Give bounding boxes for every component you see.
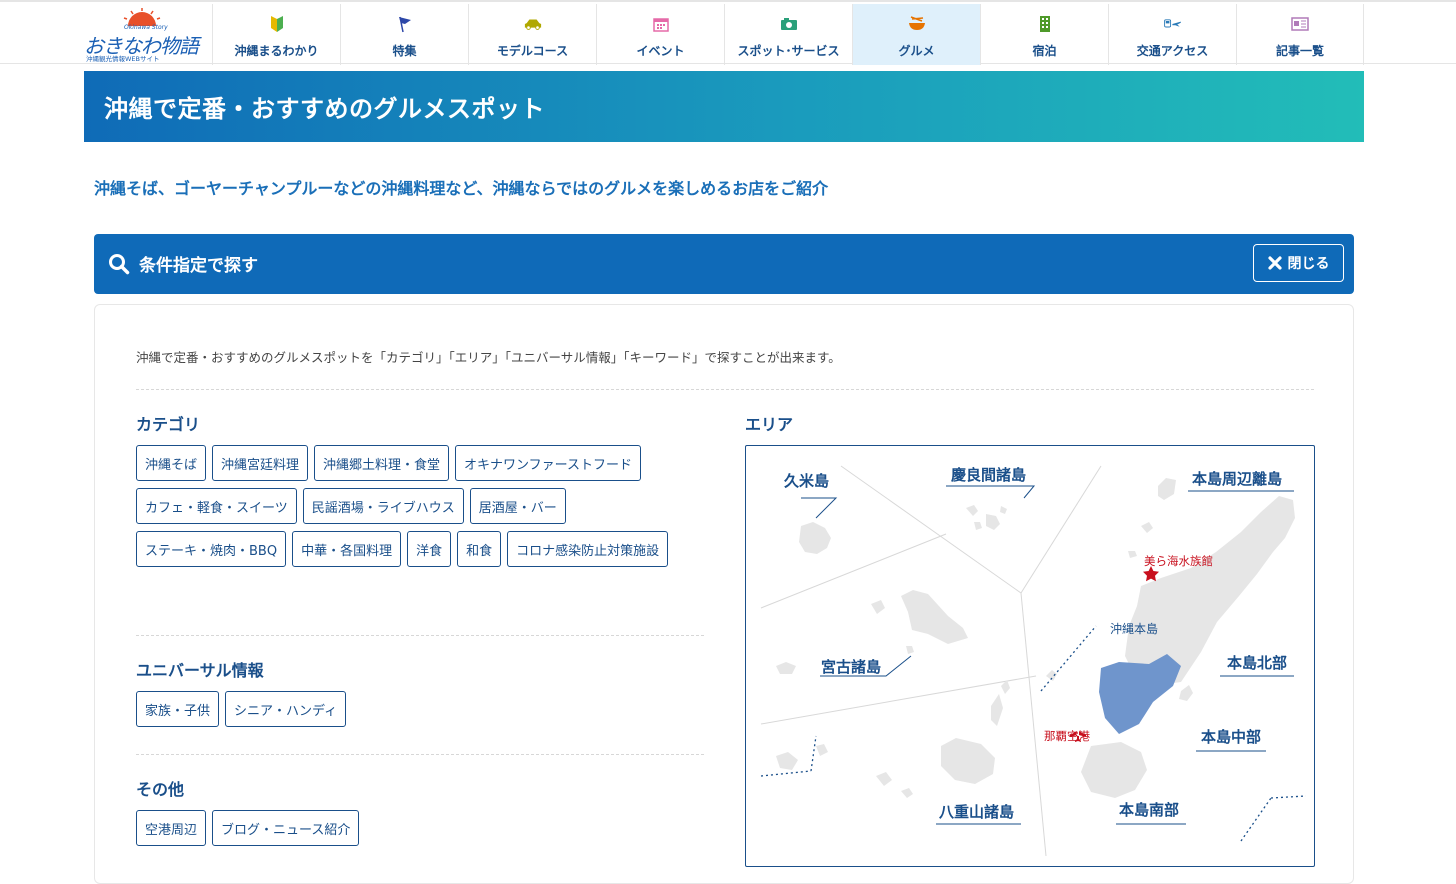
kerama-islands-shape	[966, 505, 1007, 530]
page-title: 沖縄で定番・おすすめのグルメスポット	[104, 95, 545, 123]
category-tag[interactable]: 和食	[457, 531, 502, 567]
category-tag[interactable]: 沖縄宮廷料理	[212, 445, 309, 481]
article-icon	[1291, 16, 1309, 32]
category-title: カテゴリ	[136, 415, 201, 434]
yaeyama-islands-shape	[776, 680, 1010, 798]
category-tags: 沖縄そば 沖縄宮廷料理 沖縄郷土料理・食堂 オキナワンファーストフードカフェ・軽食・ス…	[136, 445, 681, 567]
nav-label: 特集	[392, 44, 417, 58]
other-tag[interactable]: ブログ・ニュース紹介	[212, 810, 360, 846]
category-tag[interactable]: 居酒屋・バー	[469, 488, 566, 524]
area-central[interactable]: 本島中部	[1201, 726, 1261, 747]
calendar-icon	[652, 16, 670, 32]
nav-item-3[interactable]: イベント	[596, 4, 724, 65]
universal-title: ユニバーサル情報	[136, 661, 264, 680]
search-icon	[109, 254, 130, 275]
area-yaeyama[interactable]: 八重山諸島	[939, 801, 1014, 822]
category-tag[interactable]: 民謡酒場・ライブハウス	[302, 488, 464, 524]
area-kume[interactable]: 久米島	[784, 470, 829, 491]
logo-subtitle: 沖縄観光情報WEBサイト	[86, 55, 160, 63]
aquarium-label: 美ら海水族館	[1144, 554, 1213, 568]
nav-label: 交通アクセス	[1136, 44, 1209, 58]
nav-item-1[interactable]: 特集	[340, 4, 468, 65]
close-icon	[1267, 256, 1282, 270]
nav-item-0[interactable]: 沖縄まるわかり	[212, 4, 340, 65]
airport-label: 那覇空港	[1044, 729, 1090, 743]
global-nav: 沖縄まるわかり 特集 モデルコース イベント スポット･サービス グルメ 宿泊 交通アクセス 記…	[212, 4, 1364, 65]
area-title: エリア	[745, 415, 794, 434]
category-tag[interactable]: 沖縄そば	[136, 445, 207, 481]
close-search-button[interactable]: 閉じる	[1253, 244, 1344, 282]
main-island-shape	[1081, 496, 1295, 798]
universal-tag[interactable]: 家族・子供	[136, 691, 220, 727]
other-title: その他	[136, 780, 185, 799]
page-title-banner: 沖縄で定番・おすすめのグルメスポット	[84, 71, 1364, 142]
car-icon	[524, 16, 542, 32]
nav-item-8[interactable]: 記事一覧	[1236, 4, 1364, 65]
universal-tag[interactable]: シニア・ハンディ	[225, 691, 347, 727]
nav-label: 宿泊	[1032, 44, 1057, 58]
divider	[136, 389, 1314, 390]
divider	[136, 754, 704, 755]
search-title: 条件指定で探す	[139, 256, 258, 276]
camera-icon	[780, 16, 798, 32]
category-tag[interactable]: 中華・各国料理	[292, 531, 402, 567]
search-description: 沖縄で定番・おすすめのグルメスポットを「カテゴリ」「エリア」「ユニバーサル情報」…	[136, 350, 841, 365]
global-header: Okinawa Story おきなわ物語 沖縄観光情報WEBサイト 沖縄まるわか…	[0, 0, 1456, 65]
beginner-leaf-icon	[268, 16, 286, 32]
page-lead: 沖縄そば、ゴーヤーチャンプルーなどの沖縄料理など、沖縄ならではのグルメを楽しめる…	[94, 179, 829, 198]
other-tag[interactable]: 空港周辺	[136, 810, 207, 846]
area-kerama[interactable]: 慶良間諸島	[951, 464, 1026, 485]
nav-label: モデルコース	[496, 44, 569, 58]
building-icon	[1036, 16, 1054, 32]
nav-item-5[interactable]: グルメ	[852, 4, 980, 65]
nav-item-7[interactable]: 交通アクセス	[1108, 4, 1236, 65]
search-panel: 沖縄で定番・おすすめのグルメスポットを「カテゴリ」「エリア」「ユニバーサル情報」…	[94, 304, 1354, 884]
category-tag[interactable]: カフェ・軽食・スイーツ	[136, 488, 297, 524]
category-tag[interactable]: 洋食	[407, 531, 452, 567]
nav-label: イベント	[636, 44, 685, 58]
transport-icon	[1163, 16, 1182, 32]
other-tags: 空港周辺 ブログ・ニュース紹介	[136, 810, 681, 846]
nav-item-4[interactable]: スポット･サービス	[724, 4, 852, 65]
category-tag[interactable]: ステーキ・焼肉・BBQ	[136, 531, 287, 567]
nav-label: グルメ	[898, 44, 935, 58]
divider	[136, 635, 704, 636]
flag-icon	[396, 16, 414, 33]
universal-tags: 家族・子供 シニア・ハンディ	[136, 691, 681, 727]
area-north[interactable]: 本島北部	[1227, 652, 1287, 673]
area-miyako[interactable]: 宮古諸島	[821, 656, 881, 677]
area-map: 久米島 慶良間諸島 本島周辺離島 宮古諸島 本島北部 本島中部 本島南部 八重山…	[745, 445, 1315, 867]
area-south[interactable]: 本島南部	[1119, 799, 1179, 820]
main-island-label: 沖縄本島	[1110, 622, 1159, 636]
category-tag[interactable]: コロナ感染防止対策施設	[507, 531, 669, 567]
category-tag[interactable]: 沖縄郷土料理・食堂	[314, 445, 450, 481]
bowl-icon	[908, 16, 926, 32]
kume-island-shape	[799, 522, 831, 554]
nav-item-6[interactable]: 宿泊	[980, 4, 1108, 65]
category-tag[interactable]: オキナワンファーストフード	[455, 445, 642, 481]
search-header: 条件指定で探す 閉じる	[94, 234, 1354, 294]
nav-label: スポット･サービス	[737, 44, 840, 58]
nav-item-2[interactable]: モデルコース	[468, 4, 596, 65]
close-label: 閉じる	[1287, 256, 1330, 272]
nav-label: 記事一覧	[1275, 44, 1324, 58]
nav-label: 沖縄まるわかり	[234, 44, 319, 58]
area-main-outer-islands[interactable]: 本島周辺離島	[1192, 468, 1282, 489]
site-logo[interactable]: Okinawa Story おきなわ物語 沖縄観光情報WEBサイト	[84, 8, 212, 64]
